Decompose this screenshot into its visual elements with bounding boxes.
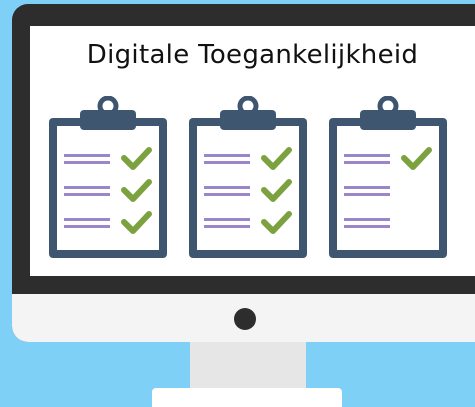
text-line [344, 154, 390, 157]
text-line [344, 193, 390, 196]
text-line [64, 193, 110, 196]
text-line [344, 161, 390, 164]
text-line [204, 186, 250, 189]
illustration: { "title": "Digitale Toegankelijkheid", … [0, 0, 475, 407]
monitor-bezel [12, 294, 475, 342]
text-line [204, 218, 250, 221]
clipboard-3 [326, 96, 454, 262]
text-line [204, 225, 250, 228]
clipboard-1 [46, 96, 174, 262]
clipboard-2 [186, 96, 314, 262]
text-line [344, 186, 390, 189]
monitor-stand [190, 342, 306, 392]
page-title: Digitale Toegankelijkheid [86, 40, 419, 70]
clipboard-icon [189, 96, 307, 258]
text-line [344, 225, 390, 228]
text-line [204, 154, 250, 157]
text-line [64, 225, 110, 228]
text-line [204, 161, 250, 164]
monitor-base [152, 388, 342, 407]
clipboard-icon [49, 96, 167, 258]
text-line [64, 154, 110, 157]
power-button-icon [234, 308, 256, 330]
text-line [64, 218, 110, 221]
text-line [64, 161, 110, 164]
text-line [204, 193, 250, 196]
text-line [344, 218, 390, 221]
text-line [64, 186, 110, 189]
clipboard-icon [329, 96, 447, 258]
